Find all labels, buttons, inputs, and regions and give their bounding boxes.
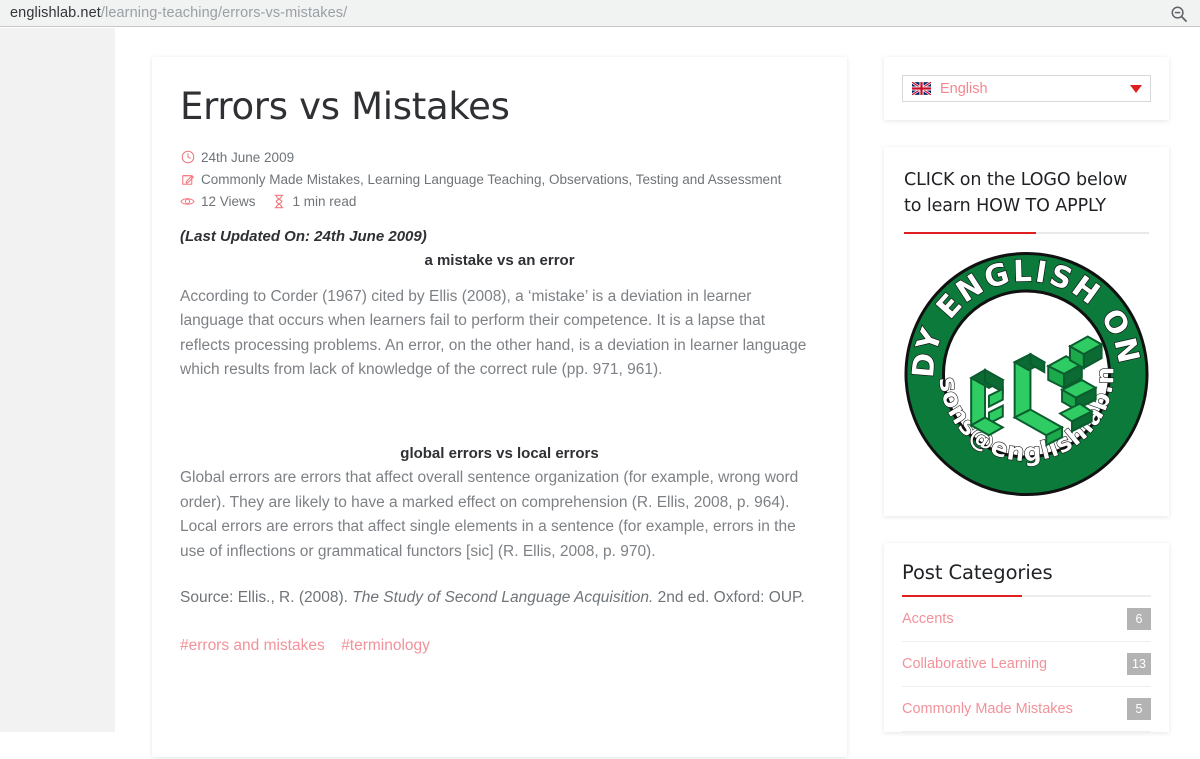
widget-divider <box>904 232 1149 234</box>
source-title: The Study of Second Language Acquisition… <box>352 589 654 607</box>
widget-divider <box>902 595 1151 597</box>
meta-categories-row: Commonly Made Mistakes, Learning Languag… <box>180 172 819 187</box>
list-item[interactable]: Accents 6 <box>902 597 1151 642</box>
tag-row: #errors and mistakes #terminology <box>180 637 819 655</box>
browser-url-bar[interactable]: englishlab.net/learning-teaching/errors-… <box>0 0 1200 27</box>
hourglass-icon <box>272 194 287 209</box>
chevron-down-icon[interactable] <box>1130 84 1142 93</box>
article-paragraph-2: Global errors are errors that affect ove… <box>180 469 799 560</box>
category-count-badge: 5 <box>1127 698 1151 720</box>
list-item[interactable]: Collaborative Learning 13 <box>902 642 1151 687</box>
language-select[interactable]: English <box>902 75 1151 102</box>
uk-flag-icon <box>911 81 932 96</box>
section-heading-1: a mistake vs an error <box>424 251 575 269</box>
category-link[interactable]: Collaborative Learning <box>902 656 1047 672</box>
apply-widget: CLICK on the LOGO below to learn HOW TO … <box>884 147 1169 516</box>
article-source: Source: Ellis., R. (2008). The Study of … <box>180 586 819 611</box>
category-count-badge: 6 <box>1127 608 1151 630</box>
last-updated-note: (Last Updated On: 24th June 2009) <box>180 227 427 245</box>
page-body: Errors vs Mistakes 24th June 2009 Common… <box>0 28 1200 757</box>
source-prefix: Source: Ellis., R. (2008). <box>180 589 353 607</box>
edit-square-icon <box>180 172 195 187</box>
post-date: 24th June 2009 <box>201 149 295 165</box>
eye-icon <box>180 194 195 209</box>
article-card: Errors vs Mistakes 24th June 2009 Common… <box>152 57 847 757</box>
section-heading-2: global errors vs local errors <box>400 445 599 463</box>
url-path: /learning-teaching/errors-vs-mistakes/ <box>100 5 348 21</box>
category-link[interactable]: Accents <box>902 611 954 627</box>
apply-line-2: to learn HOW TO APPLY <box>904 196 1106 216</box>
tag-link[interactable]: #terminology <box>341 637 430 654</box>
sidebar: English CLICK on the LOGO below to learn… <box>884 57 1169 759</box>
language-widget: English <box>884 57 1169 120</box>
apply-line-1: CLICK on the LOGO below <box>904 170 1128 190</box>
post-categories[interactable]: Commonly Made Mistakes, Learning Languag… <box>201 172 781 187</box>
language-label: English <box>940 80 988 97</box>
url-host: englishlab.net <box>10 5 101 21</box>
page-title: Errors vs Mistakes <box>180 85 510 128</box>
category-link[interactable]: Commonly Made Mistakes <box>902 701 1073 717</box>
article-paragraph-1: According to Corder (1967) cited by Elli… <box>180 287 807 379</box>
category-count-badge: 13 <box>1127 653 1151 675</box>
study-english-online-logo[interactable]: STUDY ENGLISH ONLINE lessons@englishlab.… <box>904 250 1149 498</box>
post-categories-title: Post Categories <box>902 561 1053 584</box>
tag-link[interactable]: #errors and mistakes <box>180 637 325 654</box>
post-read-time: 1 min read <box>292 193 357 209</box>
source-suffix: 2nd ed. Oxford: OUP. <box>653 589 805 607</box>
url-text[interactable]: englishlab.net/learning-teaching/errors-… <box>10 5 347 21</box>
meta-date-row: 24th June 2009 <box>180 150 819 165</box>
post-views: 12 Views <box>201 193 256 209</box>
post-categories-widget: Post Categories Accents 6 Collaborative … <box>884 543 1169 732</box>
clock-icon <box>180 150 195 165</box>
list-item[interactable]: Commonly Made Mistakes 5 <box>902 687 1151 732</box>
left-gutter <box>0 28 115 732</box>
meta-stats-row: 12 Views 1 min read <box>180 194 819 209</box>
zoom-out-magnifier-icon[interactable] <box>1170 5 1188 23</box>
